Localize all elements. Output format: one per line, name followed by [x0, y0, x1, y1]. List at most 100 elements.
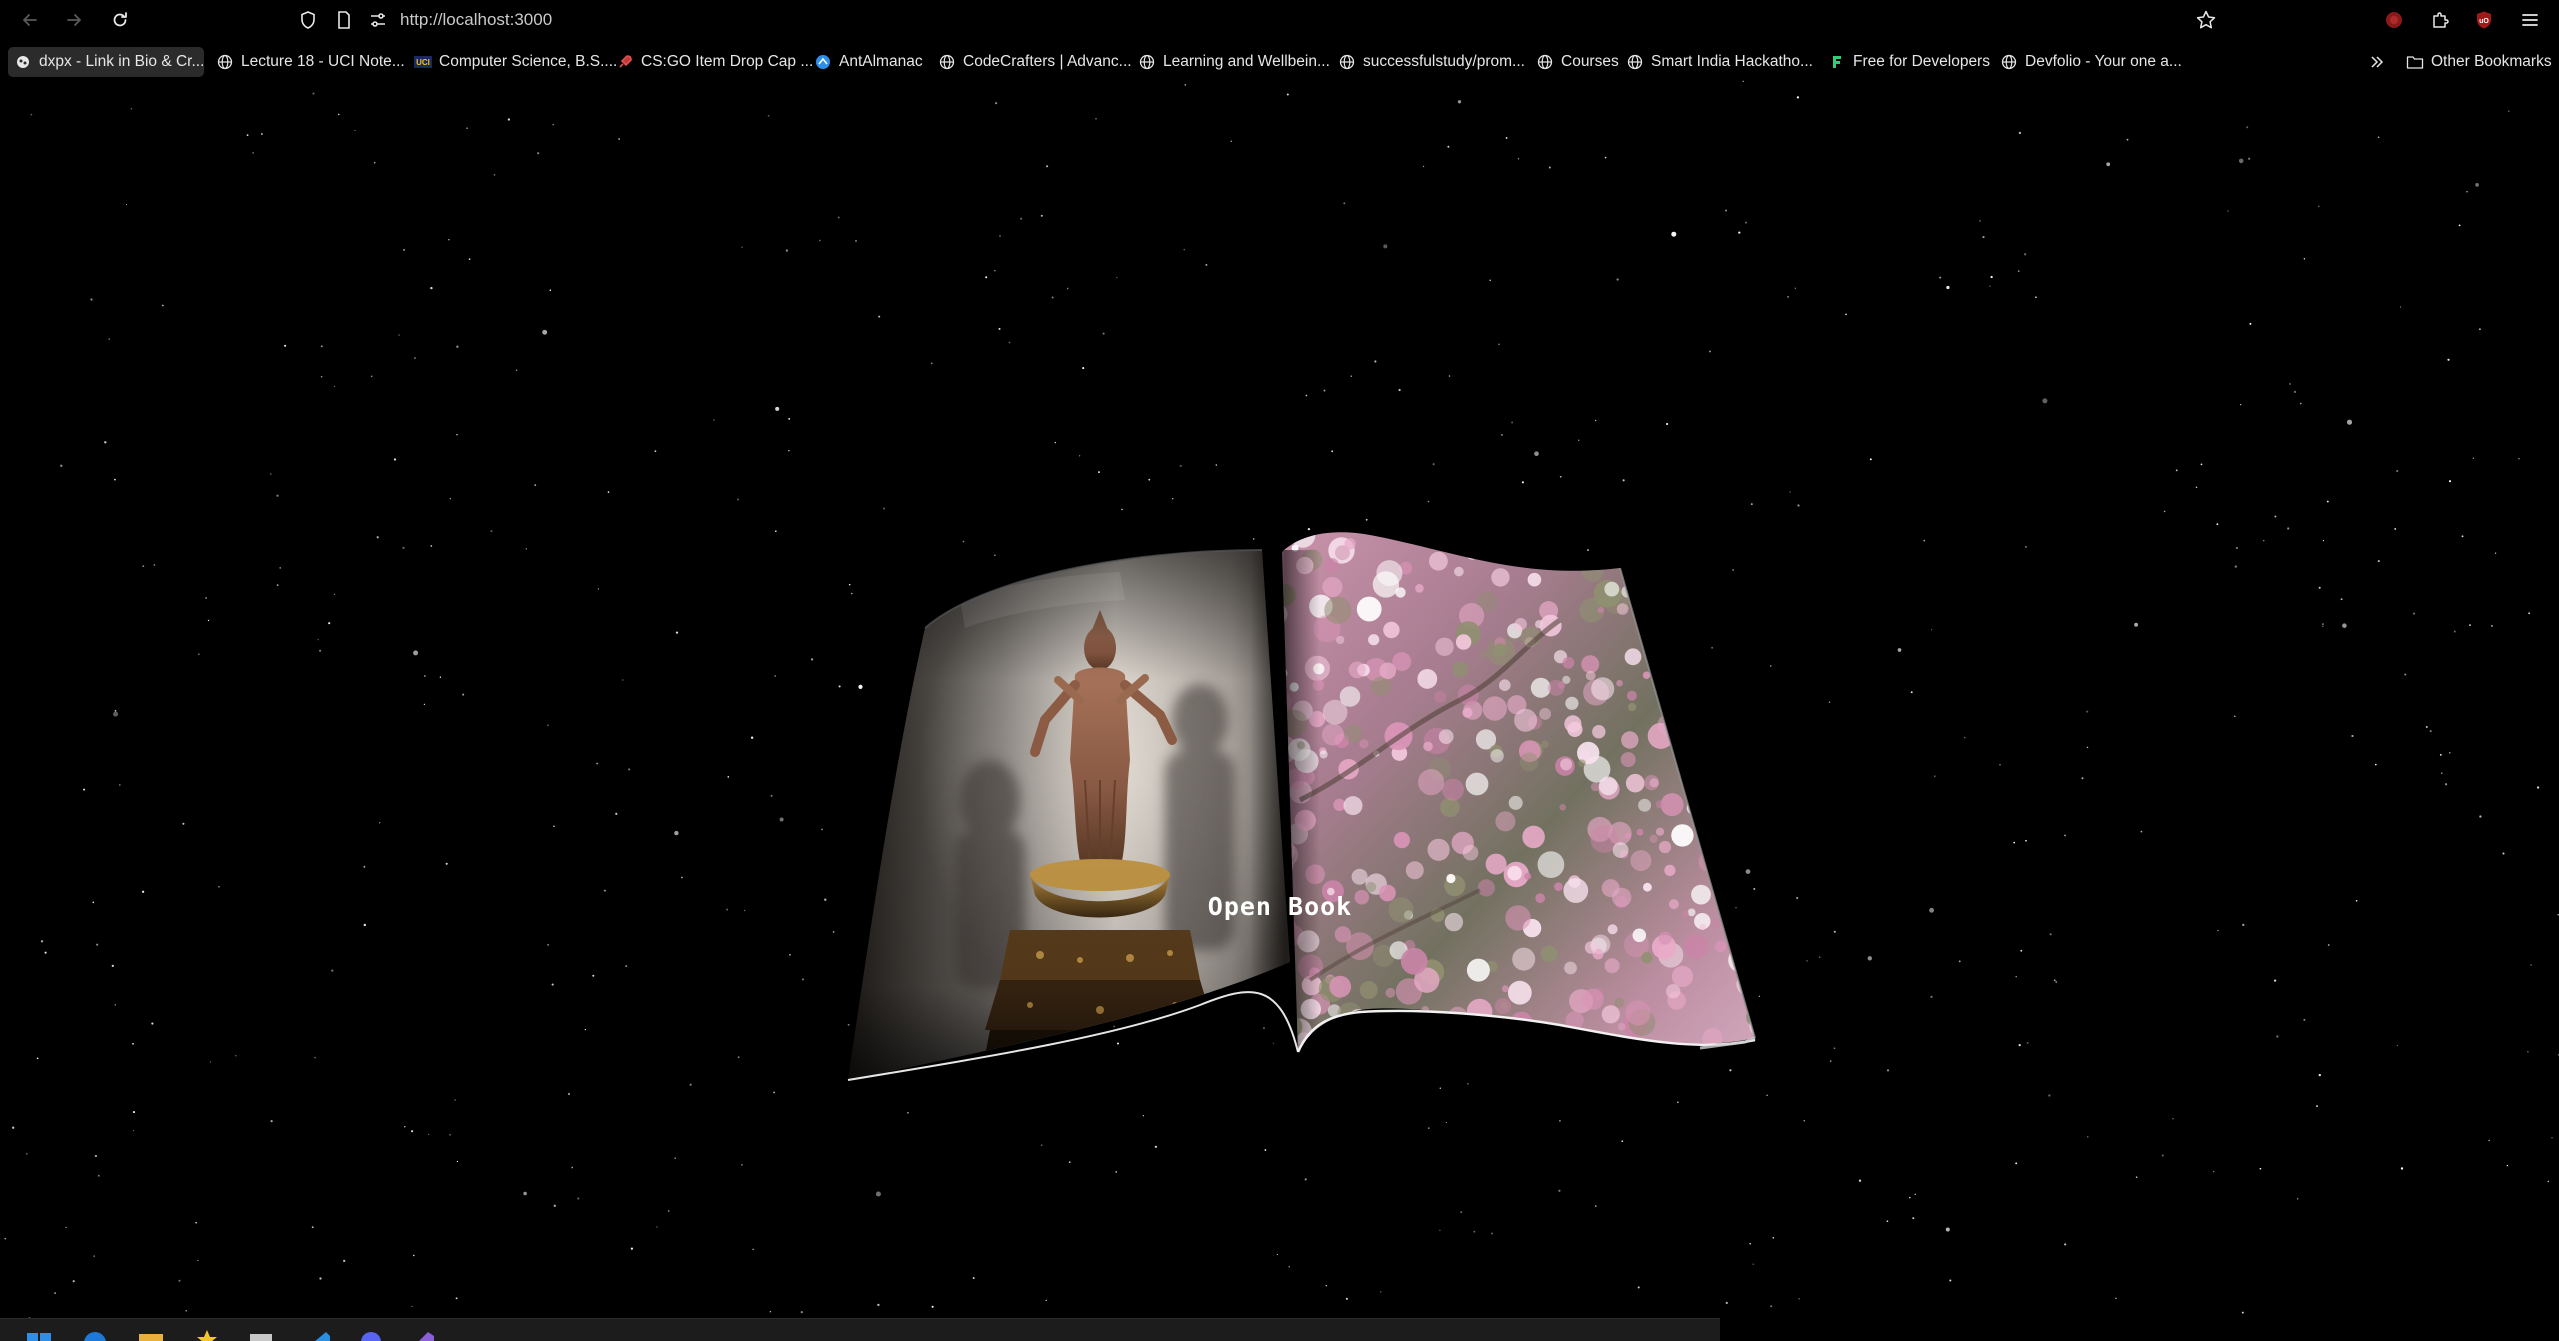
blossom-petal — [1744, 812, 1755, 830]
ublock-button[interactable]: uO — [2468, 4, 2500, 36]
rocket-favicon — [616, 53, 634, 71]
blossom-petal — [1747, 824, 1755, 841]
url-bar[interactable]: http://localhost:3000 — [400, 8, 552, 32]
bookmark-label: CS:GO Item Drop Cap ... — [641, 53, 814, 70]
blossom-petal — [1731, 1059, 1749, 1077]
visual-studio-icon[interactable] — [410, 1328, 440, 1341]
bookmark-label: Devfolio - Your one a... — [2025, 53, 2182, 70]
app-window-icon[interactable] — [246, 1328, 276, 1341]
vscode-icon[interactable] — [306, 1328, 336, 1341]
bookmark-item[interactable]: Devfolio - Your one a... — [1994, 47, 2184, 77]
blossom-petal — [1742, 916, 1755, 934]
bookmark-item[interactable]: Lecture 18 - UCI Note... — [210, 47, 405, 77]
blossom-petal — [1696, 805, 1706, 815]
bookmark-item[interactable]: CodeCrafters | Advanc... — [932, 47, 1132, 77]
blossom-petal — [1744, 965, 1755, 977]
forward-button[interactable] — [58, 4, 90, 36]
globe-icon — [1138, 53, 1156, 71]
blossom-petal — [1434, 532, 1451, 542]
bookmarks-overflow-button[interactable] — [2362, 47, 2392, 77]
book-scene-canvas[interactable]: Open Book — [0, 80, 2559, 1320]
menu-button[interactable] — [2514, 4, 2546, 36]
blossom-petal — [1694, 562, 1719, 587]
blossom-petal — [1622, 1053, 1644, 1075]
start-icon[interactable] — [24, 1328, 54, 1341]
bookmark-item[interactable]: Courses — [1530, 47, 1624, 77]
bookmark-item[interactable]: CS:GO Item Drop Cap ... — [610, 47, 813, 77]
blossom-petal — [1646, 634, 1660, 648]
back-button[interactable] — [14, 4, 46, 36]
blossom-petal — [1753, 516, 1765, 528]
blossom-petal — [1630, 532, 1639, 538]
bookmark-label: Courses — [1561, 53, 1619, 70]
blossom-petal — [1366, 1031, 1386, 1050]
bookmark-label: Learning and Wellbein... — [1163, 53, 1330, 70]
open-book-model[interactable] — [0, 80, 2559, 1320]
bookmark-item[interactable]: Free for Developers — [1822, 47, 1992, 77]
blossom-petal — [1573, 1054, 1590, 1071]
blossom-petal — [1392, 1071, 1404, 1083]
blossom-petal — [1744, 554, 1751, 561]
extension-button-red[interactable] — [2378, 4, 2410, 36]
blossom-petal — [1384, 1020, 1399, 1034]
star-app-icon[interactable] — [192, 1328, 222, 1341]
page-info-button[interactable] — [328, 4, 360, 36]
blossom-petal — [1507, 1048, 1527, 1052]
extensions-button[interactable] — [2424, 4, 2456, 36]
star-icon — [2196, 10, 2216, 29]
blossom-petal — [1758, 817, 1773, 832]
blossom-petal — [1731, 758, 1752, 779]
globe-icon — [1626, 53, 1644, 71]
blossom-petal — [1705, 850, 1717, 861]
blossom-petal — [1731, 882, 1738, 889]
f-favicon — [1828, 53, 1846, 71]
edge-browser-icon[interactable] — [80, 1328, 110, 1341]
bookmark-star-button[interactable] — [2190, 4, 2222, 36]
right-page — [1282, 516, 1773, 1083]
blossom-petal — [1759, 906, 1766, 913]
bookmark-item[interactable]: dxpx - Link in Bio & Cr... — [8, 47, 204, 77]
blossom-petal — [1750, 674, 1755, 691]
blossom-petal — [1293, 1070, 1304, 1081]
bookmark-item[interactable]: UCI Computer Science, B.S.... — [408, 47, 617, 77]
other-bookmarks-folder[interactable]: Other Bookmarks — [2400, 47, 2552, 77]
open-book-button[interactable]: Open Book — [1190, 878, 1370, 934]
bookmark-label: dxpx - Link in Bio & Cr... — [39, 53, 205, 70]
browser-toolbar: http://localhost:3000 uO — [0, 0, 2559, 40]
blossom-petal — [1749, 648, 1755, 664]
blossom-petal — [1698, 561, 1723, 586]
blossom-petal — [1344, 1073, 1350, 1079]
puzzle-icon — [2433, 12, 2449, 28]
blossom-petal — [1745, 990, 1755, 1003]
blossom-petal — [1753, 532, 1755, 539]
discord-icon[interactable] — [356, 1328, 386, 1341]
permissions-button[interactable] — [362, 4, 394, 36]
blossom-petal — [1664, 532, 1686, 533]
blossom-petal — [1709, 685, 1728, 704]
blossom-petal — [1354, 1049, 1376, 1052]
reload-button[interactable] — [104, 4, 136, 36]
bookmark-item[interactable]: Learning and Wellbein... — [1132, 47, 1330, 77]
bookmark-label: Computer Science, B.S.... — [439, 53, 618, 70]
bookmark-item[interactable]: AntAlmanac — [808, 47, 930, 77]
blossom-petal — [1743, 980, 1755, 1008]
bookmark-item[interactable]: Smart India Hackatho... — [1620, 47, 1816, 77]
bookmark-label: Free for Developers — [1853, 53, 1990, 70]
blossom-petal — [1703, 775, 1714, 785]
blossom-petal — [1587, 543, 1608, 564]
blossom-petal — [1597, 1056, 1618, 1077]
blossom-petal — [1727, 922, 1745, 940]
file-explorer-icon[interactable] — [136, 1328, 166, 1341]
hamburger-menu-icon — [2522, 14, 2538, 26]
blossom-petal — [1701, 758, 1721, 777]
globe-icon — [216, 53, 234, 71]
reload-icon — [113, 12, 127, 27]
blossom-petal — [1468, 532, 1495, 534]
blossom-petal — [1742, 567, 1755, 588]
blossom-petal — [1758, 849, 1771, 862]
blossom-petal — [1756, 573, 1766, 583]
blossom-petal — [1735, 724, 1744, 734]
book-gutter — [1250, 550, 1320, 1060]
bookmark-item[interactable]: successfulstudy/prom... — [1332, 47, 1526, 77]
tracking-protection-button[interactable] — [292, 4, 324, 36]
